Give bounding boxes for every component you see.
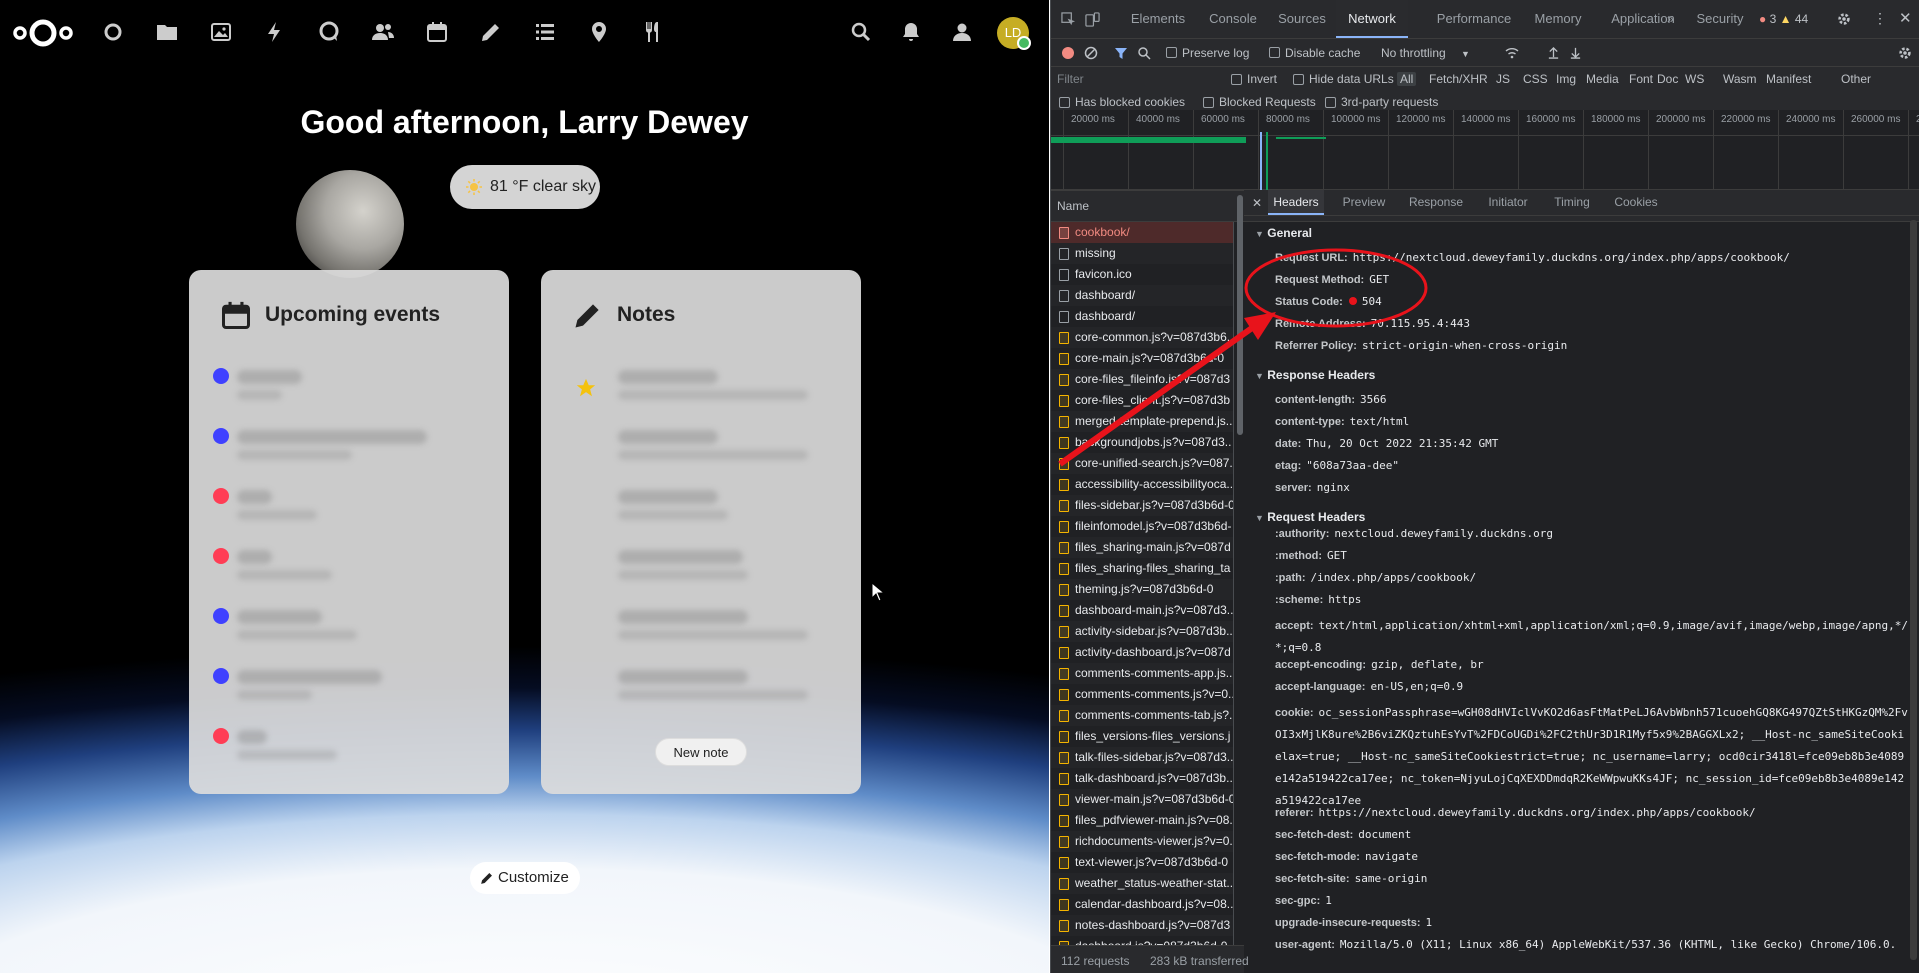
- header-value: document: [1358, 828, 1412, 841]
- devtools-panel: Elements Console Sources Network Performance…: [1050, 0, 1919, 973]
- header-row: :authority: nextcloud.deweyfamily.duckdns…: [1275, 527, 1553, 540]
- header-key: server:: [1275, 482, 1312, 494]
- header-key: cookie:: [1275, 707, 1314, 719]
- section-title: Response Headers: [1267, 368, 1376, 382]
- header-value: en-US,en;q=0.9: [1370, 680, 1464, 693]
- header-row: cookie: oc_sessionPassphrase=wGH08dHVIclV…: [1275, 702, 1909, 812]
- header-value: text/html,application/xhtml+xml,applicat…: [1275, 619, 1908, 654]
- header-row: user-agent: Mozilla/5.0 (X11; Linux x86_6…: [1275, 938, 1896, 951]
- header-value: Mozilla/5.0 (X11; Linux x86_64) AppleWeb…: [1339, 938, 1897, 951]
- header-row: date: Thu, 20 Oct 2022 21:35:42 GMT: [1275, 437, 1498, 450]
- header-key: Remote Address:: [1275, 318, 1366, 330]
- header-row: etag: "608a73aa-dee": [1275, 459, 1399, 472]
- header-row: sec-fetch-site: same-origin: [1275, 872, 1427, 885]
- header-value: gzip, deflate, br: [1371, 658, 1484, 671]
- header-value: https: [1328, 593, 1362, 606]
- header-value: 1: [1425, 916, 1433, 929]
- header-key: date:: [1275, 438, 1302, 450]
- collapse-triangle-icon: ▼: [1255, 513, 1264, 523]
- section-title: Request Headers: [1267, 510, 1366, 524]
- collapse-triangle-icon: ▼: [1255, 229, 1264, 239]
- header-value: "608a73aa-dee": [1306, 459, 1399, 472]
- header-row: Referrer Policy: strict-origin-when-cross…: [1275, 339, 1567, 352]
- header-key: accept-encoding:: [1275, 659, 1367, 671]
- header-row: upgrade-insecure-requests: 1: [1275, 916, 1432, 929]
- header-key: Request URL:: [1275, 252, 1348, 264]
- section-title: General: [1267, 226, 1312, 240]
- header-row: content-type: text/html: [1275, 415, 1409, 428]
- header-value: https://nextcloud.deweyfamily.duckdns.or…: [1318, 806, 1756, 819]
- header-row: accept: text/html,application/xhtml+xml,a…: [1275, 615, 1909, 659]
- header-value: 70.115.95.4:443: [1370, 317, 1471, 330]
- header-value: strict-origin-when-cross-origin: [1361, 339, 1568, 352]
- header-key: accept-language:: [1275, 681, 1366, 693]
- header-value: text/html: [1349, 415, 1410, 428]
- header-value: oc_sessionPassphrase=wGH08dHVIclVvKO2d6a…: [1275, 706, 1908, 807]
- general-section-header[interactable]: ▼ General: [1255, 226, 1312, 240]
- header-row: sec-gpc: 1: [1275, 894, 1332, 907]
- header-value: 1: [1325, 894, 1332, 907]
- header-key: content-length:: [1275, 394, 1356, 406]
- header-value: Thu, 20 Oct 2022 21:35:42 GMT: [1306, 437, 1499, 450]
- header-key: :scheme:: [1275, 594, 1324, 606]
- header-row: Status Code: 504: [1275, 295, 1382, 308]
- header-value: GET: [1327, 549, 1347, 562]
- header-row: Remote Address: 70.115.95.4:443: [1275, 317, 1470, 330]
- header-key: sec-gpc:: [1275, 895, 1321, 907]
- header-key: sec-fetch-mode:: [1275, 851, 1360, 863]
- header-key: :path:: [1275, 572, 1306, 584]
- request-headers-section-header[interactable]: ▼ Request Headers: [1255, 510, 1365, 524]
- header-key: user-agent:: [1275, 939, 1335, 951]
- header-row: :path: /index.php/apps/cookbook/: [1275, 571, 1476, 584]
- header-row: Request URL: https://nextcloud.deweyfamil…: [1275, 251, 1790, 264]
- header-key: accept:: [1275, 620, 1314, 632]
- header-value: https://nextcloud.deweyfamily.duckdns.or…: [1352, 251, 1790, 264]
- header-value: nginx: [1316, 481, 1350, 494]
- header-value: nextcloud.deweyfamily.duckdns.org: [1334, 527, 1553, 540]
- header-key: Status Code:: [1275, 296, 1343, 308]
- header-value: GET: [1369, 273, 1390, 286]
- header-key: upgrade-insecure-requests:: [1275, 917, 1421, 929]
- header-row: :scheme: https: [1275, 593, 1361, 606]
- header-value: same-origin: [1354, 872, 1428, 885]
- header-value: /index.php/apps/cookbook/: [1310, 571, 1477, 584]
- header-row: sec-fetch-mode: navigate: [1275, 850, 1418, 863]
- header-row: accept-language: en-US,en;q=0.9: [1275, 680, 1463, 693]
- header-key: etag:: [1275, 460, 1302, 472]
- header-value: 504: [1361, 295, 1382, 308]
- header-value: 3566: [1360, 393, 1387, 406]
- header-row: :method: GET: [1275, 549, 1347, 562]
- status-error-dot: [1348, 297, 1357, 305]
- header-row: server: nginx: [1275, 481, 1350, 494]
- header-row: accept-encoding: gzip, deflate, br: [1275, 658, 1484, 671]
- header-key: Referrer Policy:: [1275, 340, 1357, 352]
- header-key: content-type:: [1275, 416, 1345, 428]
- response-headers-section-header[interactable]: ▼ Response Headers: [1255, 368, 1375, 382]
- header-key: :authority:: [1275, 528, 1330, 540]
- header-key: Request Method:: [1275, 274, 1365, 286]
- header-row: sec-fetch-dest: document: [1275, 828, 1411, 841]
- headers-content: ▼ General Request URL: https://nextcloud.d…: [1, 0, 1919, 973]
- header-row: Request Method: GET: [1275, 273, 1389, 286]
- header-value: navigate: [1364, 850, 1418, 863]
- header-row: referer: https://nextcloud.deweyfamily.du…: [1275, 806, 1756, 819]
- collapse-triangle-icon: ▼: [1255, 371, 1264, 381]
- detail-scrollbar[interactable]: [1910, 220, 1917, 960]
- header-row: content-length: 3566: [1275, 393, 1387, 406]
- header-key: referer:: [1275, 807, 1314, 819]
- header-key: :method:: [1275, 550, 1323, 562]
- header-key: sec-fetch-dest:: [1275, 829, 1354, 841]
- header-key: sec-fetch-site:: [1275, 873, 1350, 885]
